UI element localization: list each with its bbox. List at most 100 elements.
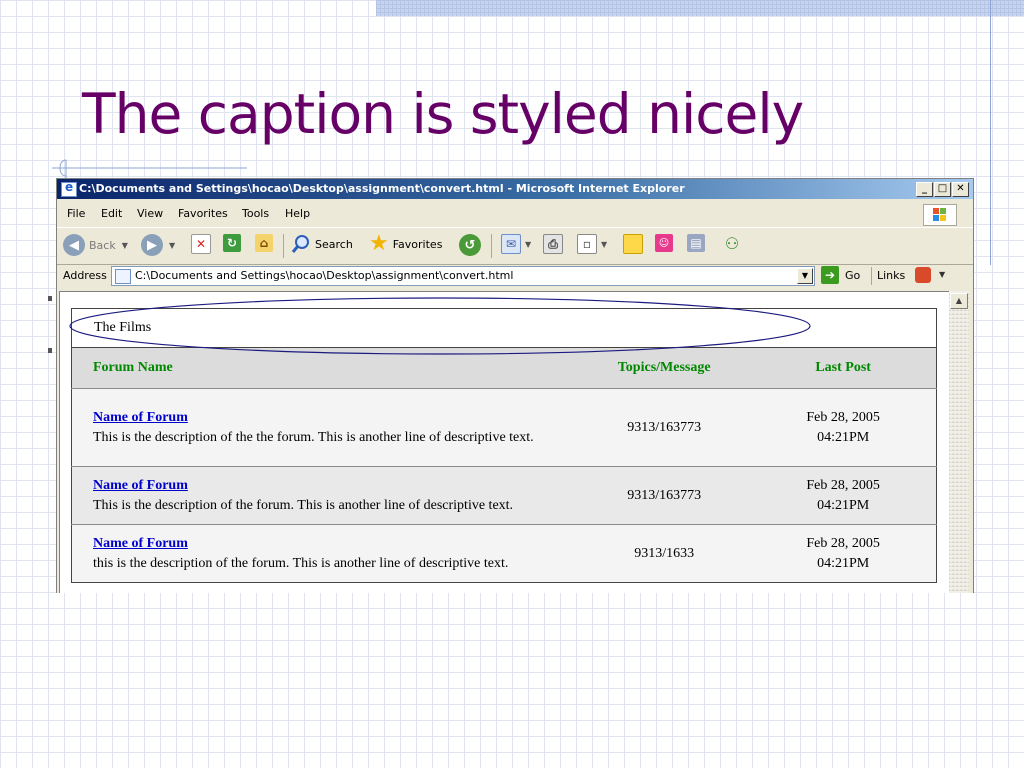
page-icon	[115, 269, 131, 284]
window-titlebar[interactable]: C:\Documents and Settings\hocao\Desktop\…	[57, 179, 973, 199]
ie-icon	[61, 180, 77, 197]
back-dropdown-icon: ▼	[121, 240, 128, 250]
address-label: Address	[63, 269, 107, 282]
discuss-button[interactable]	[623, 234, 643, 254]
scroll-up-arrow-icon[interactable]: ▲	[950, 293, 968, 309]
topics-cell: 9313/163773	[578, 388, 751, 467]
topics-cell: 9313/163773	[578, 466, 751, 525]
stop-button[interactable]: ✕	[191, 234, 211, 254]
messenger-button[interactable]: ☺	[655, 234, 673, 252]
menu-bar: File Edit View Favorites Tools Help	[57, 201, 973, 223]
forum-description: This is the description of the forum. Th…	[93, 497, 514, 513]
forward-button[interactable]: ▶ ▼	[141, 234, 175, 256]
address-bar: Address C:\Documents and Settings\hocao\…	[57, 264, 973, 289]
print-button[interactable]: ⎙	[543, 234, 563, 254]
search-icon	[291, 235, 309, 253]
favorites-button[interactable]: ★ Favorites	[369, 231, 443, 256]
last-post-cell: Feb 28, 2005 04:21PM	[750, 524, 937, 583]
go-label: Go	[845, 268, 861, 282]
forward-arrow-icon: ▶	[141, 234, 163, 256]
slide-right-rule	[990, 0, 991, 265]
page-content: The Films Forum Name Topics/Message Last…	[59, 291, 950, 593]
minimize-button[interactable]: _	[916, 182, 933, 197]
bullet-marker	[48, 348, 52, 353]
home-icon: ⌂	[255, 234, 273, 252]
menu-help[interactable]: Help	[285, 207, 310, 220]
contacts-button[interactable]: ⚇	[723, 233, 741, 253]
edit-page-icon: ▫	[577, 234, 597, 254]
favorites-star-icon: ★	[369, 231, 389, 256]
search-button[interactable]: Search	[291, 234, 353, 254]
history-icon: ↺	[459, 234, 481, 256]
last-post-time: 04:21PM	[817, 555, 870, 571]
last-post-date: Feb 28, 2005	[806, 477, 880, 493]
window-title: C:\Documents and Settings\hocao\Desktop\…	[79, 182, 685, 195]
forum-table: The Films Forum Name Topics/Message Last…	[71, 308, 937, 583]
go-arrow-icon: ➔	[821, 266, 839, 284]
search-label: Search	[315, 237, 353, 251]
address-dropdown-icon[interactable]: ▼	[797, 268, 813, 284]
history-button[interactable]: ↺	[459, 234, 481, 256]
contacts-icon: ⚇	[724, 233, 740, 253]
forum-cell: Name of Forum This is the description of…	[71, 388, 579, 467]
menu-tools[interactable]: Tools	[242, 207, 269, 220]
mail-dropdown-icon: ▼	[525, 239, 532, 249]
links-label[interactable]: Links	[877, 269, 905, 282]
forum-description: this is the description of the forum. Th…	[93, 555, 509, 571]
mail-icon: ✉	[501, 234, 521, 254]
standard-toolbar: ◀ Back ▼ ▶ ▼ ✕ ↻ ⌂ Search ★ Favorites ↺	[57, 227, 973, 265]
menu-view[interactable]: View	[137, 207, 163, 220]
favorites-label: Favorites	[392, 237, 443, 251]
header-topics: Topics/Message	[578, 347, 751, 389]
folder-icon	[623, 234, 643, 254]
last-post-time: 04:21PM	[817, 497, 870, 513]
slide-title: The caption is styled nicely	[82, 82, 804, 146]
forward-dropdown-icon: ▼	[169, 240, 176, 250]
last-post-time: 04:21PM	[817, 429, 870, 445]
last-post-cell: Feb 28, 2005 04:21PM	[750, 388, 937, 467]
home-button[interactable]: ⌂	[255, 234, 273, 252]
table-row: Name of Forum this is the description of…	[71, 524, 937, 583]
links-dropdown-icon[interactable]: ▼	[939, 270, 945, 279]
mail-button[interactable]: ✉ ▼	[501, 234, 531, 254]
address-input[interactable]: C:\Documents and Settings\hocao\Desktop\…	[111, 266, 815, 286]
refresh-icon: ↻	[223, 234, 241, 252]
table-row: Name of Forum This is the description of…	[71, 466, 937, 525]
forum-link[interactable]: Name of Forum	[93, 478, 188, 493]
forum-cell: Name of Forum this is the description of…	[71, 524, 579, 583]
last-post-cell: Feb 28, 2005 04:21PM	[750, 466, 937, 525]
forum-link[interactable]: Name of Forum	[93, 410, 188, 425]
vertical-scrollbar[interactable]: ▲	[949, 291, 969, 593]
menu-file[interactable]: File	[67, 207, 85, 220]
stop-icon: ✕	[191, 234, 211, 254]
header-last-post: Last Post	[750, 347, 937, 389]
ie-window-screenshot: C:\Documents and Settings\hocao\Desktop\…	[56, 178, 974, 593]
windows-logo-icon	[923, 204, 957, 226]
header-forum-name: Forum Name	[71, 347, 579, 389]
back-arrow-icon: ◀	[63, 234, 85, 256]
messenger-icon: ☺	[655, 234, 673, 252]
bullet-marker	[48, 296, 52, 301]
edit-dropdown-icon: ▼	[601, 239, 608, 249]
table-row: Name of Forum This is the description of…	[71, 388, 937, 467]
topics-cell: 9313/1633	[578, 524, 751, 583]
menu-edit[interactable]: Edit	[101, 207, 122, 220]
slide-top-band	[376, 0, 1024, 16]
edit-button[interactable]: ▫ ▼	[577, 234, 607, 254]
last-post-date: Feb 28, 2005	[806, 535, 880, 551]
go-button[interactable]: ➔ Go	[821, 266, 860, 284]
back-button[interactable]: ◀ Back ▼	[63, 234, 128, 256]
links-icon[interactable]	[915, 267, 931, 283]
forum-link[interactable]: Name of Forum	[93, 536, 188, 551]
research-button[interactable]: ▤	[687, 234, 705, 252]
menu-favorites[interactable]: Favorites	[178, 207, 228, 220]
maximize-button[interactable]: □	[934, 182, 951, 197]
refresh-button[interactable]: ↻	[223, 234, 241, 252]
last-post-date: Feb 28, 2005	[806, 409, 880, 425]
table-caption: The Films	[71, 308, 937, 347]
close-button[interactable]: ✕	[952, 182, 969, 197]
print-icon: ⎙	[543, 234, 563, 254]
back-label: Back	[89, 238, 116, 252]
address-value: C:\Documents and Settings\hocao\Desktop\…	[135, 269, 514, 282]
forum-cell: Name of Forum This is the description of…	[71, 466, 579, 525]
